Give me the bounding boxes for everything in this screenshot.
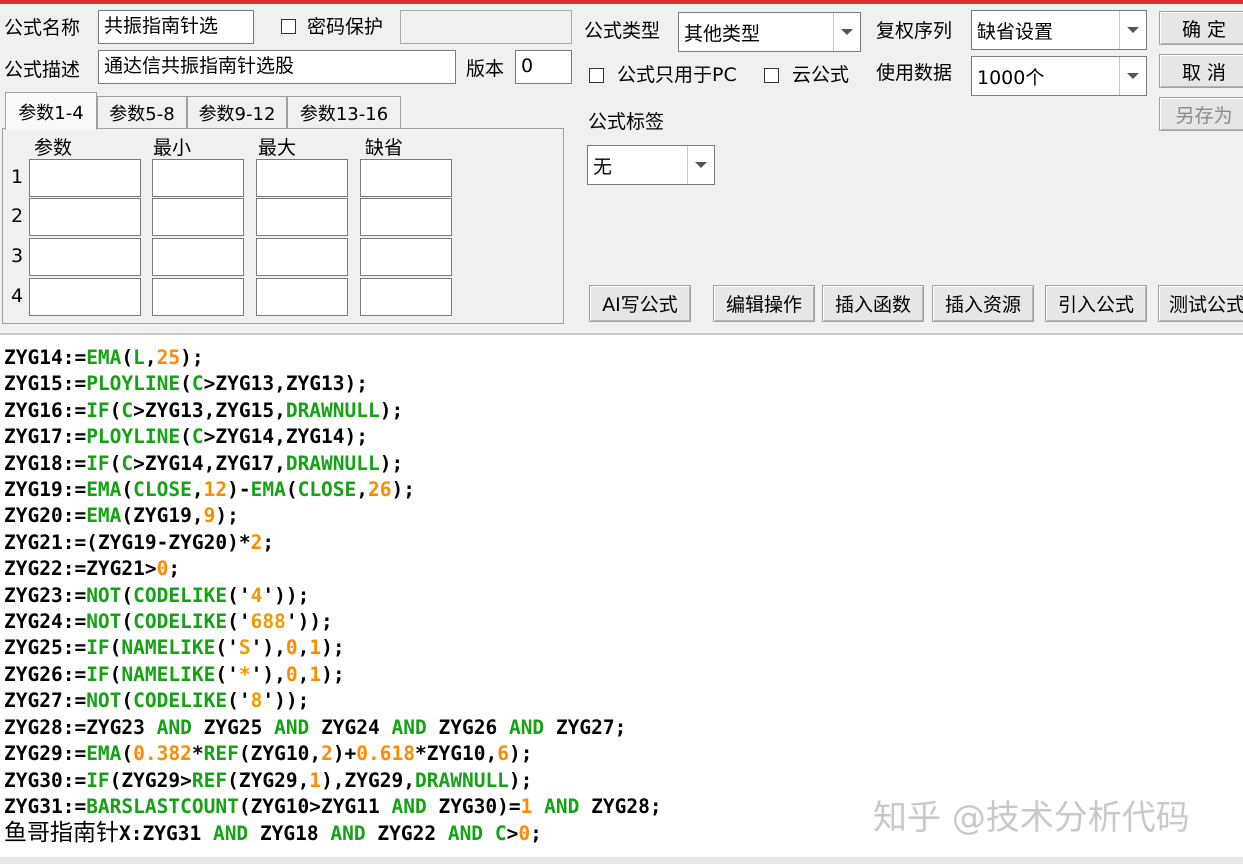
code-line: ZYG18:=IF(C>ZYG14,ZYG17,DRAWNULL); (4, 451, 404, 475)
data-count-value: 1000个 (977, 66, 1045, 89)
cloud-checkbox[interactable] (764, 68, 779, 83)
password-checkbox[interactable] (281, 19, 296, 34)
formula-tag-select[interactable]: 无 (587, 145, 715, 185)
col-param-header: 参数 (34, 137, 73, 159)
ok-button[interactable]: 确 定 (1159, 11, 1243, 45)
save-as-button[interactable]: 另存为 (1159, 97, 1243, 131)
code-line: ZYG27:=NOT(CODELIKE('8')); (4, 689, 310, 713)
cloud-label: 云公式 (792, 64, 850, 86)
param-name-input[interactable] (29, 159, 141, 197)
code-line: 鱼哥指南针X:ZYG31 AND ZYG18 AND ZYG22 AND C>0… (4, 820, 542, 847)
chevron-down-icon[interactable] (687, 146, 714, 184)
tab-params-13-16[interactable]: 参数13-16 (287, 96, 401, 128)
param-row-number: 3 (11, 245, 24, 267)
version-input[interactable]: 0 (515, 50, 572, 84)
code-line: ZYG23:=NOT(CODELIKE('4')); (4, 583, 310, 607)
chevron-down-icon[interactable] (1119, 11, 1146, 49)
col-min-header: 最小 (153, 137, 192, 159)
import-formula-button[interactable]: 引入公式 (1045, 285, 1147, 322)
param-default-input[interactable] (360, 238, 452, 276)
param-default-input[interactable] (360, 278, 452, 316)
param-max-input[interactable] (256, 278, 348, 316)
tab-params-9-12[interactable]: 参数9-12 (187, 96, 287, 128)
formula-name-input[interactable]: 共振指南针选 (98, 10, 254, 44)
code-line: ZYG29:=EMA(0.382*REF(ZYG10,2)+0.618*ZYG1… (4, 742, 533, 766)
param-name-input[interactable] (29, 238, 141, 276)
password-input[interactable] (400, 10, 572, 44)
cancel-button[interactable]: 取 消 (1159, 54, 1243, 88)
param-min-input[interactable] (152, 278, 244, 316)
tab-params-1-4[interactable]: 参数1-4 (5, 92, 97, 130)
adjust-select[interactable]: 缺省设置 (971, 10, 1147, 50)
col-default-header: 缺省 (365, 137, 404, 159)
code-line: ZYG14:=EMA(L,25); (4, 346, 204, 369)
version-label: 版本 (466, 58, 505, 80)
pc-only-label: 公式只用于PC (617, 64, 737, 86)
window-top-border (0, 0, 1243, 4)
param-min-input[interactable] (152, 159, 244, 197)
col-max-header: 最大 (258, 137, 297, 159)
param-default-input[interactable] (360, 198, 452, 236)
code-editor[interactable]: ZYG14:=EMA(L,25); ZYG15:=PLOYLINE(C>ZYG13… (0, 333, 1243, 864)
insert-function-button[interactable]: 插入函数 (822, 285, 924, 322)
formula-tag-label: 公式标签 (588, 111, 665, 133)
formula-desc-label: 公式描述 (4, 59, 81, 81)
formula-type-label: 公式类型 (584, 20, 661, 42)
adjust-value: 缺省设置 (977, 20, 1054, 43)
password-label: 密码保护 (307, 16, 384, 38)
formula-name-label: 公式名称 (4, 17, 81, 39)
param-name-input[interactable] (29, 198, 141, 236)
tab-params-5-8[interactable]: 参数5-8 (97, 96, 187, 128)
test-formula-button[interactable]: 测试公式 (1158, 285, 1243, 322)
data-count-select[interactable]: 1000个 (971, 56, 1147, 96)
chevron-down-icon[interactable] (833, 13, 860, 51)
param-min-input[interactable] (152, 238, 244, 276)
param-name-input[interactable] (29, 278, 141, 316)
code-line: ZYG31:=BARSLASTCOUNT(ZYG10>ZYG11 AND ZYG… (4, 794, 662, 818)
code-line: ZYG25:=IF(NAMELIKE('S'),0,1); (4, 636, 345, 660)
param-default-input[interactable] (360, 159, 452, 197)
horizontal-scrollbar[interactable] (0, 857, 1243, 864)
formula-tag-value: 无 (593, 155, 613, 178)
formula-type-select[interactable]: 其他类型 (678, 12, 861, 52)
formula-desc-input[interactable]: 通达信共振指南针选股 (98, 50, 456, 84)
data-count-label: 使用数据 (876, 62, 953, 84)
pc-only-checkbox[interactable] (589, 68, 604, 83)
param-row-number: 2 (11, 205, 24, 227)
code-text: ZYG14:=EMA(L,25); ZYG15:=PLOYLINE(C>ZYG13… (4, 345, 662, 848)
code-line: ZYG24:=NOT(CODELIKE('688')); (4, 610, 333, 634)
code-line: ZYG15:=PLOYLINE(C>ZYG13,ZYG13); (4, 372, 368, 396)
code-line: ZYG28:=ZYG23 AND ZYG25 AND ZYG24 AND ZYG… (4, 715, 627, 739)
param-max-input[interactable] (256, 159, 348, 197)
param-max-input[interactable] (256, 238, 348, 276)
param-row-number: 1 (11, 166, 24, 188)
watermark-text: 知乎 @技术分析代码 (873, 798, 1190, 838)
edit-operations-button[interactable]: 编辑操作 (713, 285, 815, 322)
ai-write-formula-button[interactable]: AI写公式 (589, 285, 691, 322)
adjust-label: 复权序列 (876, 20, 953, 42)
code-line: ZYG16:=IF(C>ZYG13,ZYG15,DRAWNULL); (4, 398, 404, 422)
code-line: ZYG21:=(ZYG19-ZYG20)*2; (4, 530, 275, 554)
param-min-input[interactable] (152, 198, 244, 236)
insert-resource-button[interactable]: 插入资源 (932, 285, 1034, 322)
code-line: ZYG22:=ZYG21>0; (4, 557, 181, 581)
code-line: ZYG20:=EMA(ZYG19,9); (4, 504, 239, 528)
param-row-number: 4 (11, 285, 24, 307)
code-line: ZYG30:=IF(ZYG29>REF(ZYG29,1),ZYG29,DRAWN… (4, 768, 533, 792)
param-max-input[interactable] (256, 198, 348, 236)
code-line: ZYG19:=EMA(CLOSE,12)-EMA(CLOSE,26); (4, 478, 415, 502)
code-line: ZYG17:=PLOYLINE(C>ZYG14,ZYG14); (4, 425, 368, 449)
chevron-down-icon[interactable] (1119, 57, 1146, 95)
code-line: ZYG26:=IF(NAMELIKE('*'),0,1); (4, 662, 345, 686)
formula-type-value: 其他类型 (684, 22, 761, 45)
